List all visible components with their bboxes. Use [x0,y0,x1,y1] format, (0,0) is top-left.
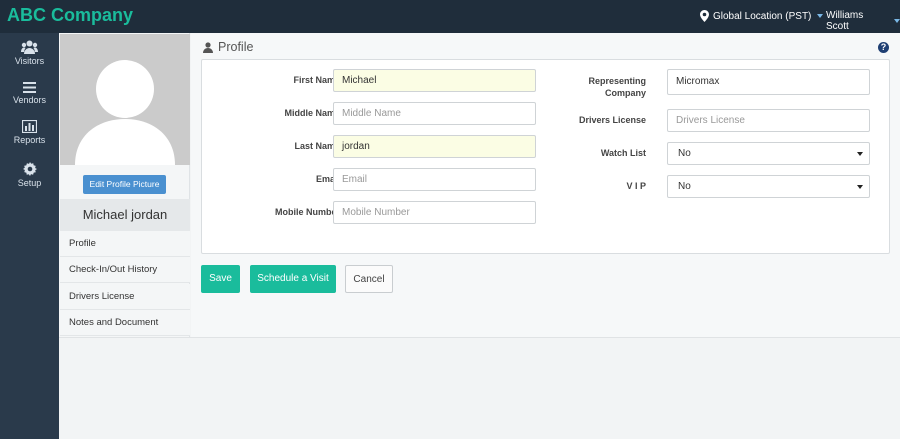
representing-company-field[interactable]: Micromax [667,69,870,95]
sidebar: Visitors Vendors Reports Setup [0,33,59,439]
sidebar-item-visitors[interactable]: Visitors [0,40,59,66]
brand-logo[interactable]: ABC Company [7,5,133,26]
representing-company-label: Representing Company [588,76,646,98]
first-name-field[interactable]: Michael [333,69,536,92]
edit-profile-picture-button[interactable]: Edit Profile Picture [83,175,166,194]
page-title: Profile [203,40,253,54]
dropdown-arrow-icon [857,152,863,156]
drivers-license-label: Drivers License [578,115,646,125]
help-icon[interactable]: ? [878,42,889,53]
main-content: Profile ? First Name Michael Middle Name… [191,33,900,337]
sidebar-item-setup[interactable]: Setup [0,162,59,188]
user-menu[interactable]: Williams Scott [826,10,900,32]
list-icon [23,82,36,93]
location-selector[interactable]: Global Location (PST) [700,10,824,22]
dropdown-arrow-icon [857,185,863,189]
profile-form: First Name Michael Middle Name Middle Na… [201,59,890,254]
content-footer-area [59,337,900,439]
email-field[interactable]: Email [333,168,536,191]
profile-name: Michael jordan [60,199,190,231]
profile-menu-profile[interactable]: Profile [60,231,190,257]
middle-name-field[interactable]: Middle Name [333,102,536,125]
profile-menu-drivers-license[interactable]: Drivers License [60,284,190,310]
user-icon [203,41,213,53]
gear-icon [22,162,37,176]
drivers-license-field[interactable]: Drivers License [667,109,870,132]
schedule-visit-button[interactable]: Schedule a Visit [250,265,336,293]
chevron-down-icon [817,14,824,18]
mobile-number-label: Mobile Number [274,207,340,217]
profile-panel: Edit Profile Picture Michael jordan Prof… [59,33,190,337]
bar-chart-icon [22,120,37,133]
watch-list-select[interactable]: No [667,142,870,165]
middle-name-label: Middle Name [284,108,340,118]
save-button[interactable]: Save [201,265,240,293]
user-name: Williams Scott [826,10,864,32]
top-bar: ABC Company Global Location (PST) Willia… [0,0,900,33]
chevron-down-icon [894,19,900,23]
location-label: Global Location (PST) [713,10,812,22]
avatar-placeholder-icon [75,60,175,165]
sidebar-item-label: Visitors [14,56,45,66]
watch-list-label: Watch List [600,148,646,158]
avatar [60,34,190,165]
map-pin-icon [700,10,709,22]
vip-select[interactable]: No [667,175,870,198]
sidebar-item-label: Reports [13,135,46,145]
sidebar-item-reports[interactable]: Reports [0,120,59,145]
users-icon [21,40,38,54]
sidebar-item-label: Vendors [12,95,47,105]
profile-menu-notes[interactable]: Notes and Document [60,310,190,336]
cancel-button[interactable]: Cancel [345,265,393,293]
profile-menu-check-history[interactable]: Check-In/Out History [60,257,190,283]
last-name-field[interactable]: jordan [333,135,536,158]
vip-label: V I P [626,181,646,191]
sidebar-item-label: Setup [17,178,42,188]
mobile-number-field[interactable]: Mobile Number [333,201,536,224]
sidebar-item-vendors[interactable]: Vendors [0,82,59,105]
